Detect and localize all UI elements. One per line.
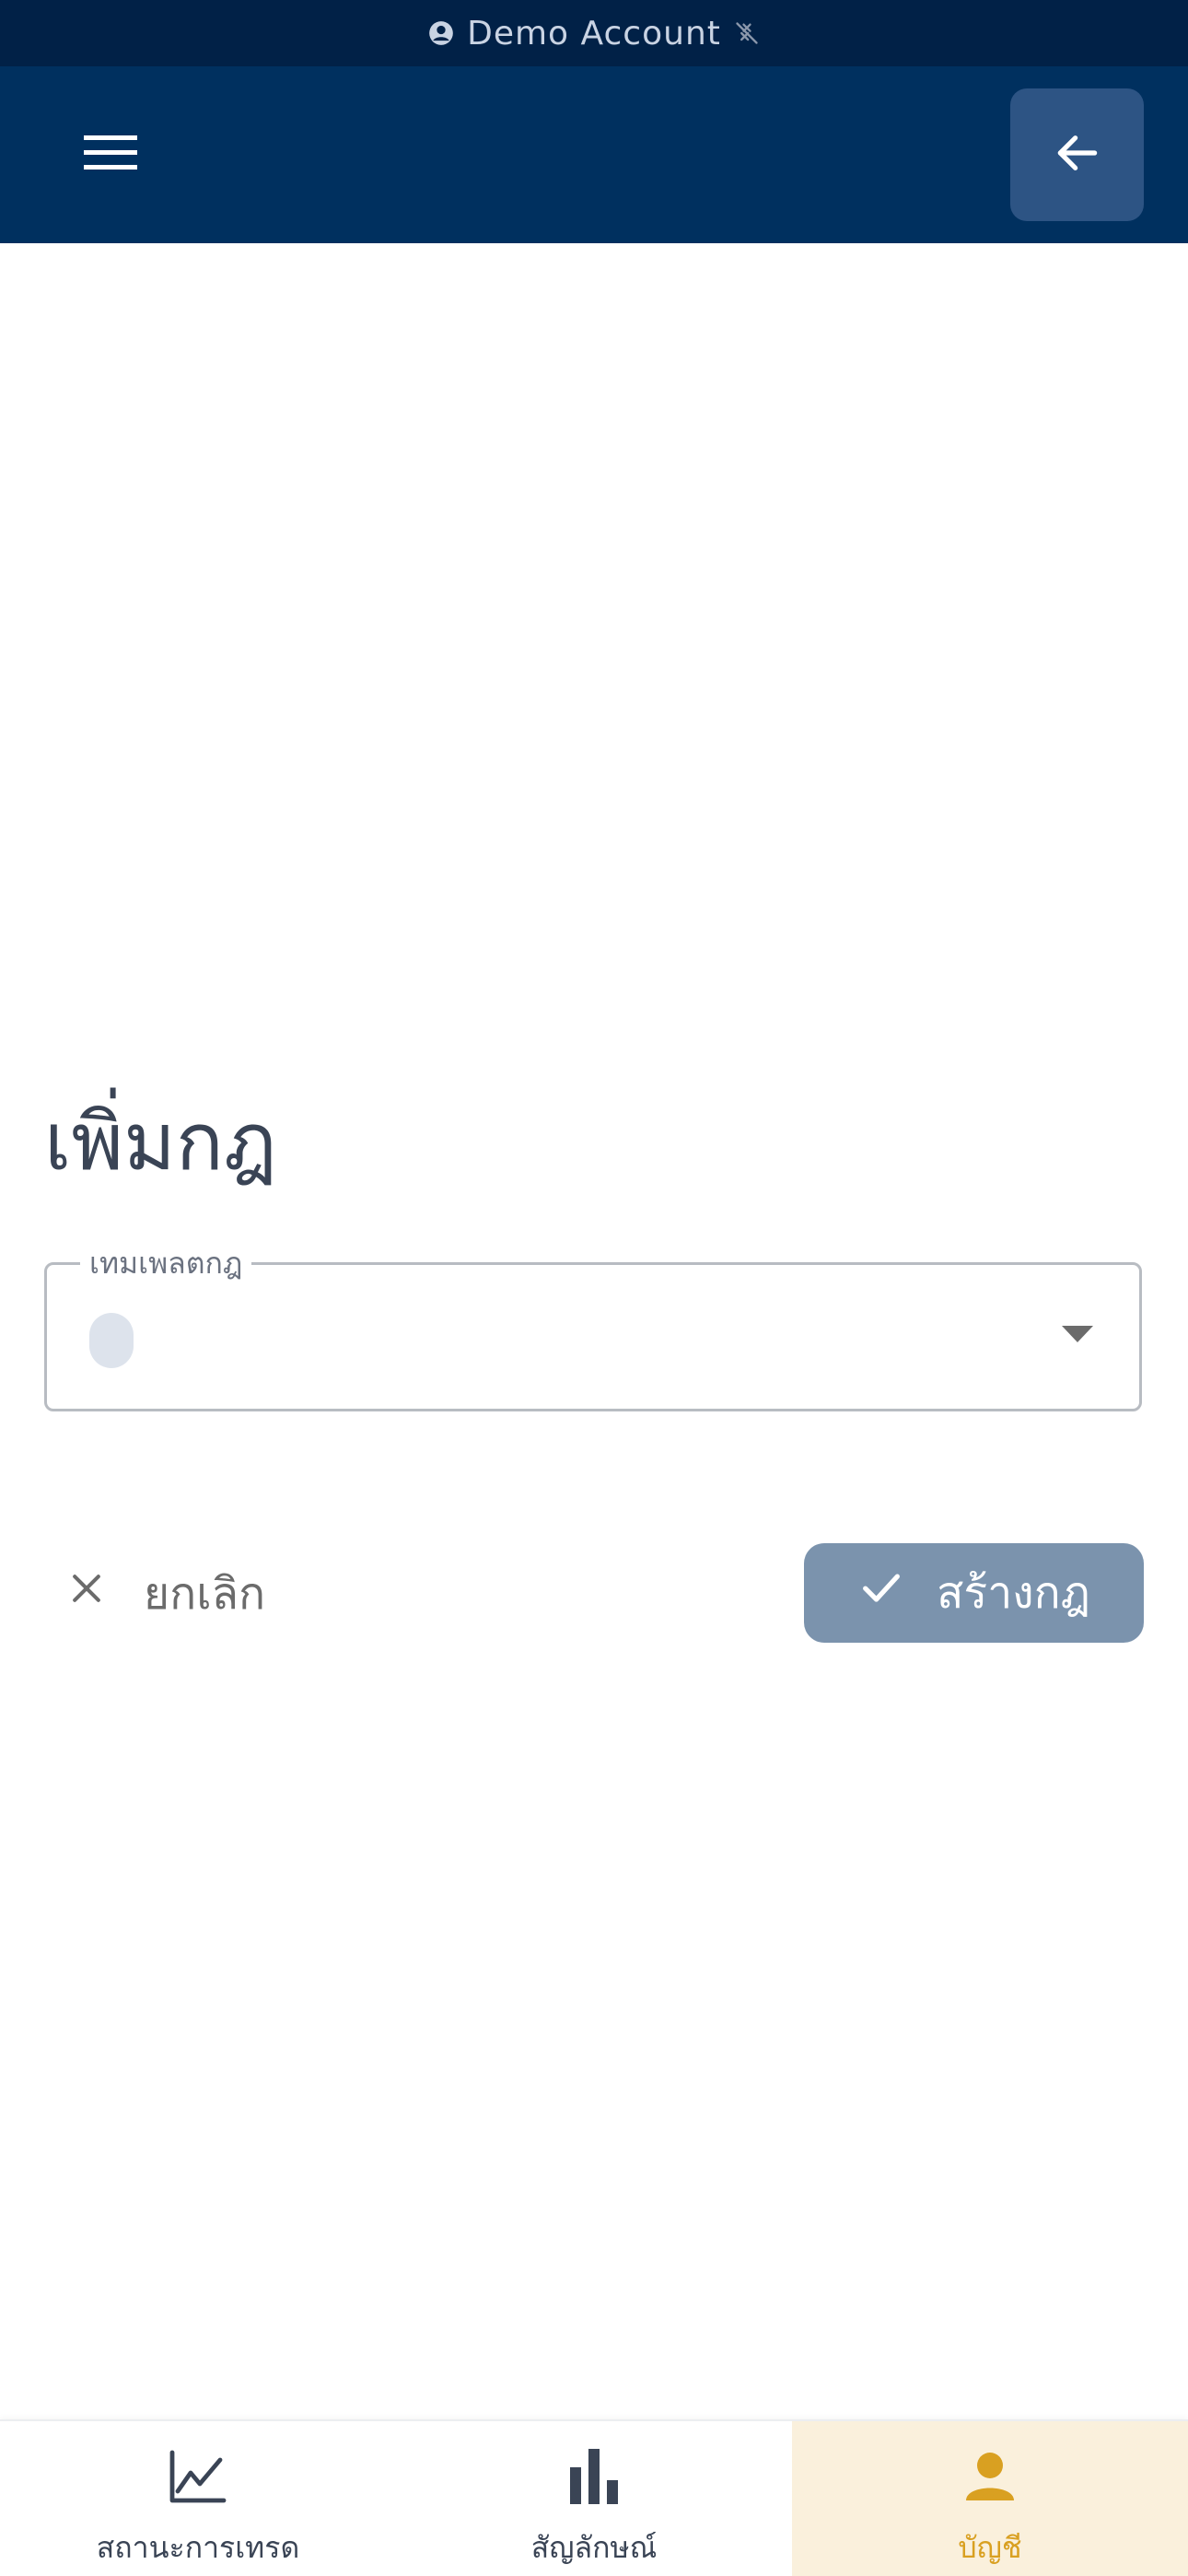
nav-label-account: บัญชี <box>958 2530 1022 2565</box>
line-chart-icon <box>169 2449 227 2512</box>
back-button[interactable] <box>1010 88 1144 221</box>
nav-label-trading-status: สถานะการเทรด <box>96 2530 300 2565</box>
menu-button[interactable] <box>55 109 166 201</box>
nav-item-account[interactable]: บัญชี <box>792 2421 1188 2576</box>
close-icon <box>66 1568 107 1620</box>
sync-disabled-icon <box>734 20 760 46</box>
rule-template-select[interactable]: เทมเพลตกฎ <box>44 1245 1142 1411</box>
cancel-label: ยกเลิก <box>144 1568 266 1620</box>
create-rule-label: สร้างกฎ <box>937 1567 1090 1619</box>
demo-account-label: Demo Account <box>467 14 721 53</box>
account-circle-icon <box>428 20 454 46</box>
bottom-navigation: สถานะการเทรด สัญลักษณ์ บัญชี <box>0 2419 1188 2576</box>
bar-chart-icon <box>566 2449 622 2512</box>
cancel-button[interactable]: ยกเลิก <box>66 1543 265 1645</box>
hamburger-menu-icon <box>84 134 137 176</box>
nav-label-symbols: สัญลักษณ์ <box>530 2530 658 2565</box>
arrow-left-icon <box>1052 127 1103 182</box>
person-icon <box>962 2449 1018 2512</box>
nav-item-symbols[interactable]: สัญลักษณ์ <box>396 2421 792 2576</box>
rule-template-label: เทมเพลตกฎ <box>80 1245 252 1282</box>
app-bar <box>0 66 1188 243</box>
dropdown-arrow-icon <box>1062 1326 1093 1342</box>
page-title: เพิ่มกฎ <box>44 1096 277 1188</box>
nav-item-trading-status[interactable]: สถานะการเทรด <box>0 2421 396 2576</box>
check-icon <box>857 1563 905 1622</box>
demo-account-banner: Demo Account <box>0 0 1188 66</box>
create-rule-button[interactable]: สร้างกฎ <box>804 1543 1144 1643</box>
loading-skeleton <box>89 1313 134 1368</box>
